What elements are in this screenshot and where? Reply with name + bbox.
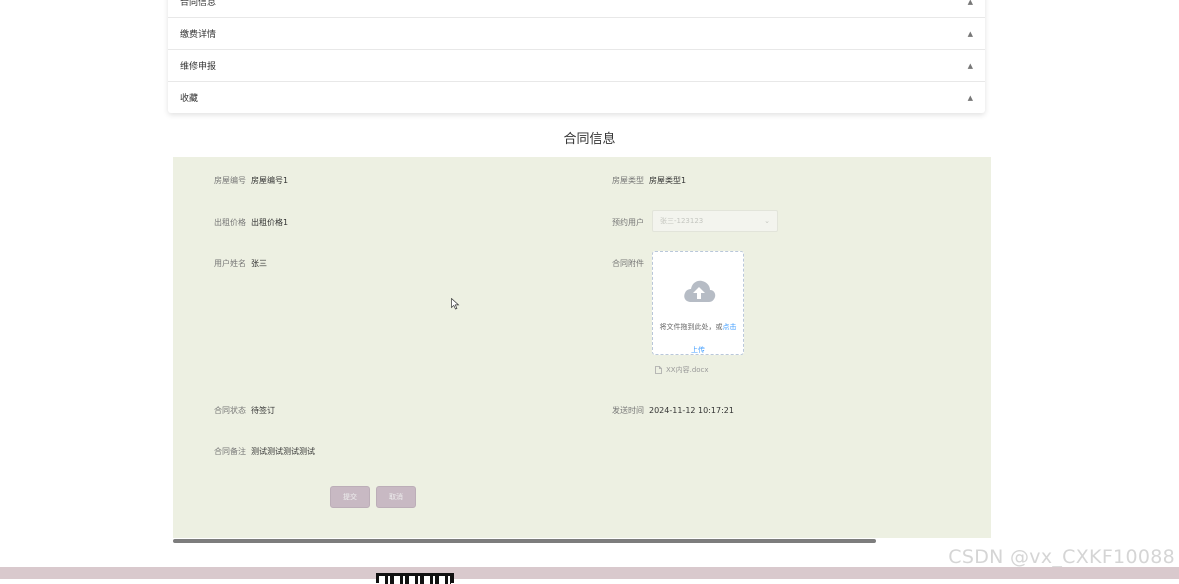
menu-item-label: 收藏 xyxy=(180,94,199,104)
qr-code-image xyxy=(376,573,454,584)
menu-item-payment[interactable]: 缴费详情 ▲ xyxy=(168,18,985,50)
house-no-label: 房屋编号 xyxy=(214,176,246,185)
contract-note-value: 测试测试测试测试 xyxy=(251,447,315,456)
house-type-value: 房屋类型1 xyxy=(649,176,687,185)
caret-icon: ▲ xyxy=(967,61,973,70)
uploaded-file-item[interactable]: XX内容.docx xyxy=(655,365,709,375)
menu-item-label: 维修申报 xyxy=(180,62,217,72)
reserve-user-label: 预约用户 xyxy=(612,218,644,227)
upload-link[interactable]: 上传 xyxy=(653,345,743,355)
contract-note-field: 合同备注 测试测试测试测试 xyxy=(214,446,315,457)
house-type-label: 房屋类型 xyxy=(612,176,644,185)
send-time-field: 发送时间 2024-11-12 10:17:21 xyxy=(612,405,734,416)
upload-dropzone[interactable]: 将文件拖到此处，或点击 上传 xyxy=(652,251,744,355)
side-menu: 合同信息 ▲ 缴费详情 ▲ 维修申报 ▲ 收藏 ▲ xyxy=(168,0,985,113)
reserve-user-select[interactable]: 张三-123123 ⌄ xyxy=(652,210,778,232)
attachment-field: 合同附件 xyxy=(612,258,649,269)
upload-hint: 将文件拖到此处，或点击 xyxy=(653,322,743,332)
caret-icon: ▲ xyxy=(967,0,973,6)
upload-click-link[interactable]: 点击 xyxy=(723,323,737,331)
reserve-user-value: 张三-123123 xyxy=(660,217,704,225)
caret-icon: ▲ xyxy=(967,93,973,102)
bottom-bar xyxy=(0,567,1179,579)
menu-item-label: 缴费详情 xyxy=(180,30,217,40)
contract-status-value: 待签订 xyxy=(251,406,275,415)
rent-price-field: 出租价格 出租价格1 xyxy=(214,217,288,228)
user-name-field: 用户姓名 张三 xyxy=(214,258,267,269)
menu-item-favorites[interactable]: 收藏 ▲ xyxy=(168,82,985,113)
rent-price-value: 出租价格1 xyxy=(251,218,289,227)
mouse-cursor-icon xyxy=(451,298,460,310)
house-type-field: 房屋类型 房屋类型1 xyxy=(612,175,686,186)
cancel-button[interactable]: 取消 xyxy=(376,486,416,508)
horizontal-scrollbar[interactable] xyxy=(173,539,876,543)
menu-item-contract[interactable]: 合同信息 ▲ xyxy=(168,0,985,18)
contract-status-field: 合同状态 待签订 xyxy=(214,405,275,416)
contract-form-panel xyxy=(173,157,991,538)
reserve-user-field: 预约用户 xyxy=(612,217,649,228)
submit-button[interactable]: 提交 xyxy=(330,486,370,508)
page-title: 合同信息 xyxy=(563,132,616,147)
rent-price-label: 出租价格 xyxy=(214,218,246,227)
upload-hint-text: 将文件拖到此处，或 xyxy=(659,323,723,331)
house-no-value: 房屋编号1 xyxy=(251,176,289,185)
menu-item-label: 合同信息 xyxy=(180,0,217,8)
upload-cloud-icon xyxy=(684,280,716,302)
chevron-down-icon: ⌄ xyxy=(764,217,770,225)
send-time-label: 发送时间 xyxy=(612,406,644,415)
attachment-label: 合同附件 xyxy=(612,259,644,268)
file-name: XX内容.docx xyxy=(666,366,709,374)
house-no-field: 房屋编号 房屋编号1 xyxy=(214,175,288,186)
user-name-label: 用户姓名 xyxy=(214,259,246,268)
caret-icon: ▲ xyxy=(967,29,973,38)
contract-status-label: 合同状态 xyxy=(214,406,246,415)
send-time-value: 2024-11-12 10:17:21 xyxy=(649,406,734,415)
user-name-value: 张三 xyxy=(251,259,267,268)
contract-note-label: 合同备注 xyxy=(214,447,246,456)
menu-item-repair[interactable]: 维修申报 ▲ xyxy=(168,50,985,82)
watermark: CSDN @vx_CXKF10088 xyxy=(948,546,1175,568)
document-icon xyxy=(655,366,662,374)
